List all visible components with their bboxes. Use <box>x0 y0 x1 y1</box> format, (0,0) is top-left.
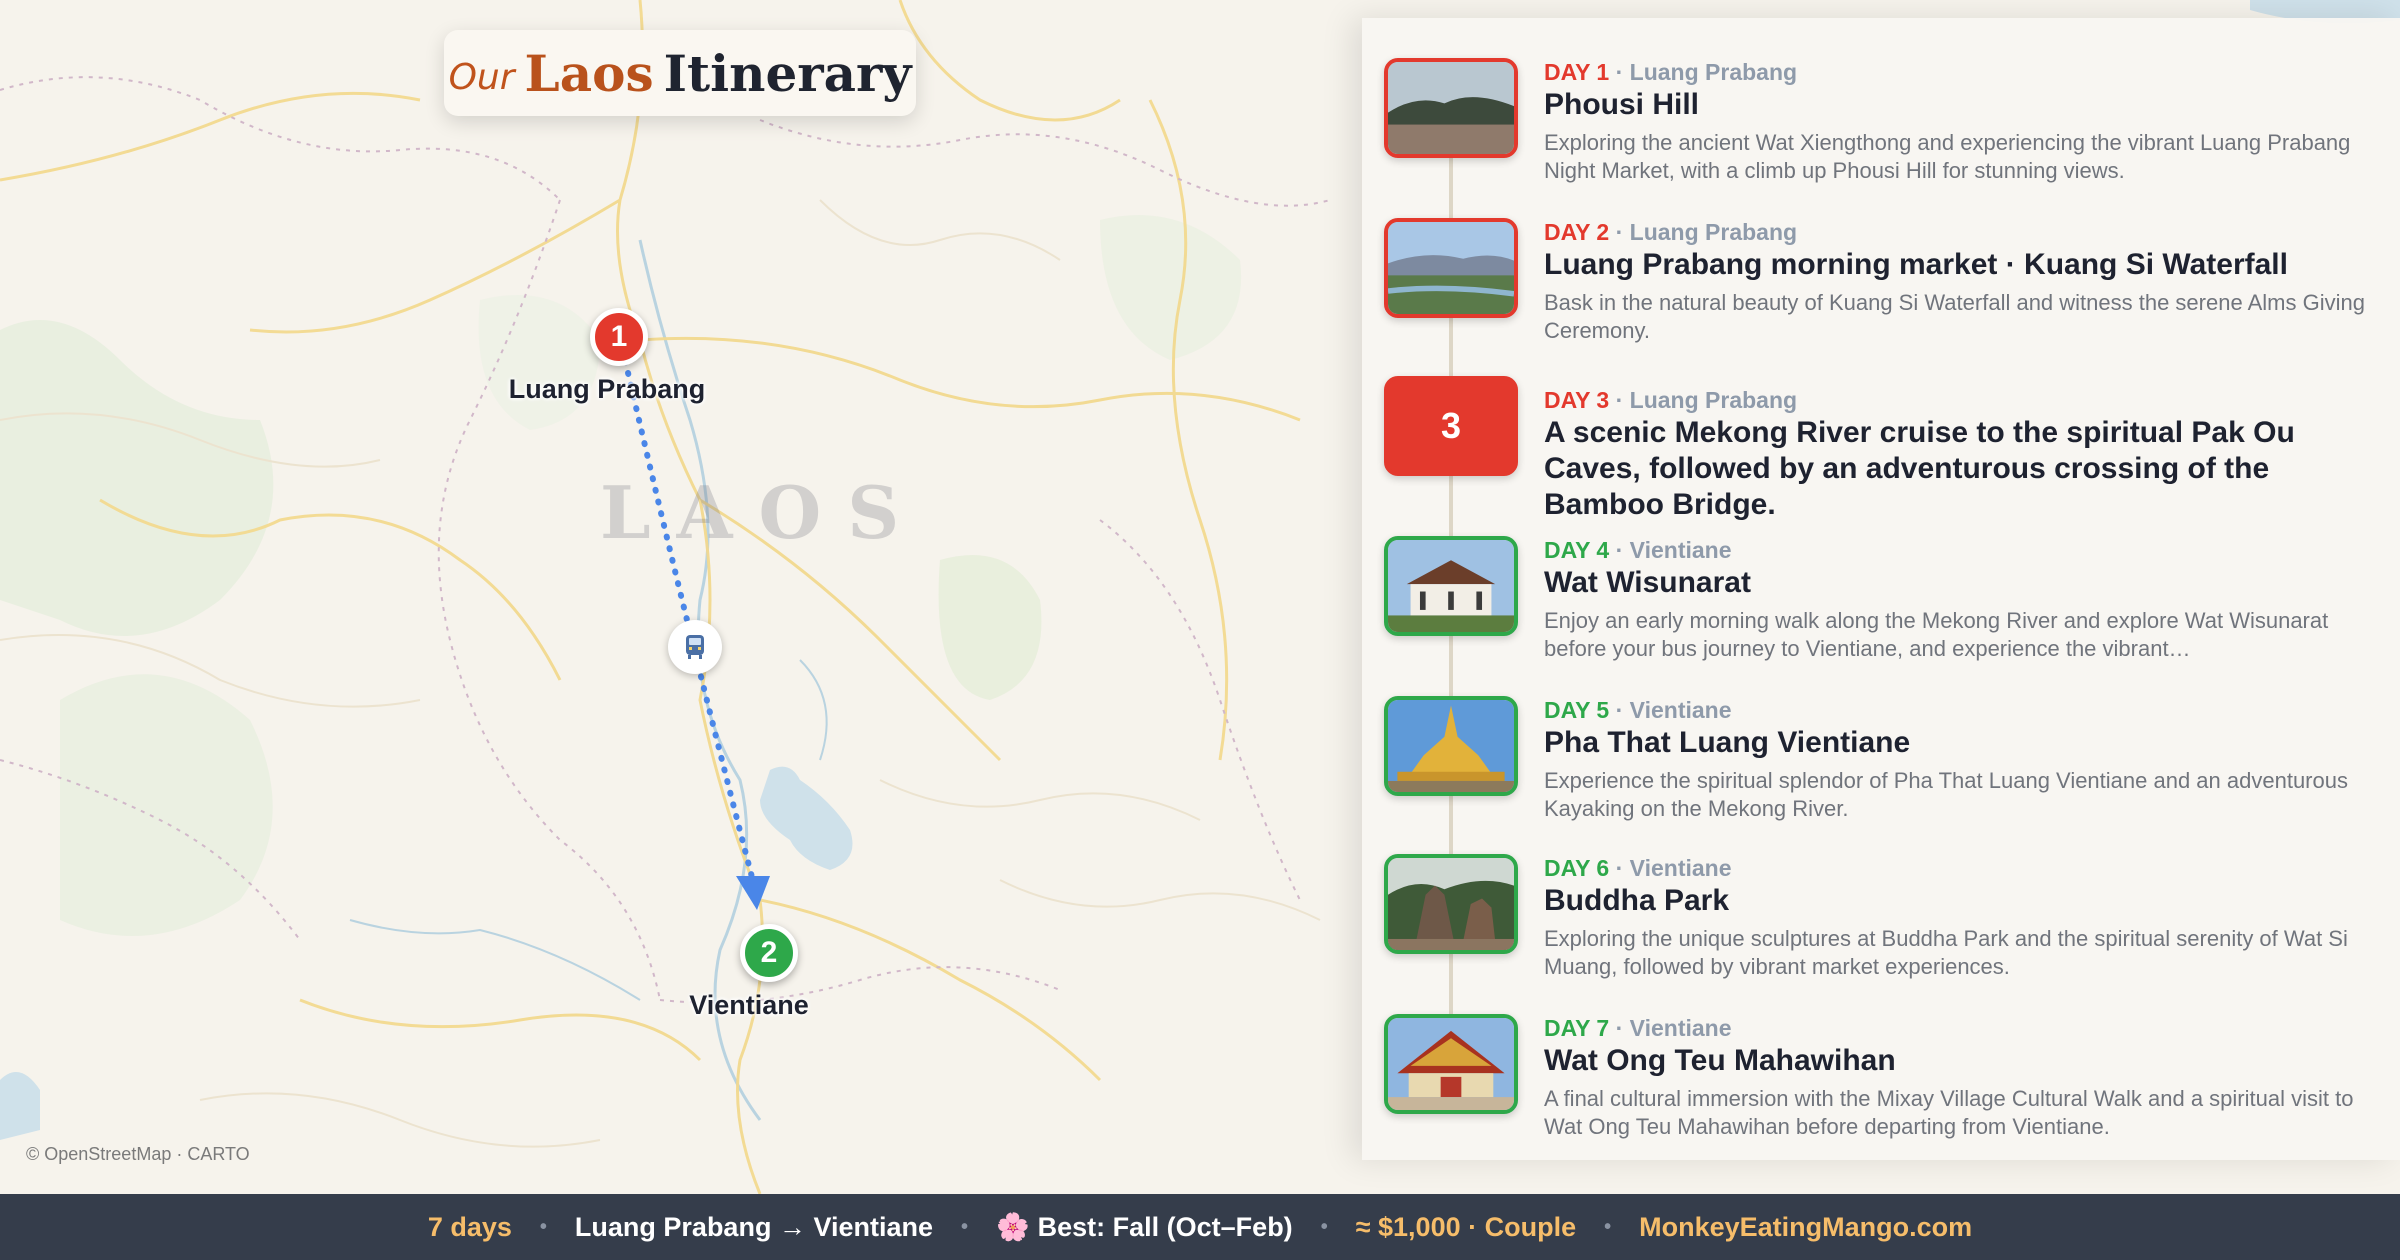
flower-icon: 🌸 <box>996 1212 1030 1242</box>
bus-icon[interactable] <box>668 620 722 674</box>
day-6-photo[interactable] <box>1384 854 1518 954</box>
footer-site-link[interactable]: MonkeyEatingMango.com <box>1639 1212 1972 1243</box>
day-2-title: Luang Prabang morning market · Kuang Si … <box>1544 248 2288 281</box>
day-7-title: Wat Ong Teu Mahawihan <box>1544 1044 1896 1077</box>
day-4-label: DAY 4 <box>1544 537 1610 563</box>
day-1-location: Luang Prabang <box>1629 59 1798 85</box>
footer-separator: • <box>539 1215 547 1238</box>
day-6-title: Buddha Park <box>1544 884 1730 917</box>
day-1-desc: Exploring the ancient Wat Xiengthong and… <box>1544 130 2351 183</box>
footer-budget: ≈ $1,000 · Couple <box>1355 1211 1577 1242</box>
day-6-desc: Exploring the unique sculptures at Buddh… <box>1544 926 2348 979</box>
title-our: Our <box>448 56 515 98</box>
day-1-title: Phousi Hill <box>1544 88 1700 121</box>
footer-route: Luang Prabang → Vientiane <box>574 1211 933 1242</box>
day-4-desc: Enjoy an early morning walk along the Me… <box>1544 608 2329 661</box>
day-1-photo[interactable] <box>1384 58 1518 158</box>
day-7-sep: · <box>1609 1015 1630 1041</box>
day-5-photo[interactable] <box>1384 696 1518 796</box>
footer-season: Best: Fall (Oct–Feb) <box>1037 1211 1293 1242</box>
footer-separator: • <box>1604 1215 1612 1238</box>
footer-separator: • <box>1320 1215 1328 1238</box>
day-6-location: Vientiane <box>1629 855 1732 881</box>
day-2-photo[interactable] <box>1384 218 1518 318</box>
day-6-sep: · <box>1609 855 1630 881</box>
day-5-location: Vientiane <box>1629 697 1732 723</box>
day-2-sep: · <box>1609 219 1630 245</box>
day-2-location: Luang Prabang <box>1629 219 1798 245</box>
footer-separator: • <box>961 1215 969 1238</box>
day-4-title: Wat Wisunarat <box>1544 566 1751 599</box>
title-itinerary: Itinerary <box>663 43 912 103</box>
map-attribution: © OpenStreetMap · CARTO <box>26 1144 250 1164</box>
day-3-number-badge[interactable]: 3 <box>1384 376 1518 476</box>
day-1-sep: · <box>1609 59 1630 85</box>
day-5-desc: Experience the spiritual splendor of Pha… <box>1544 768 2348 821</box>
map-title-card: Our Laos Itinerary <box>444 30 916 116</box>
day-3-sep: · <box>1609 387 1630 413</box>
map-pin-stop-1[interactable]: 1 <box>590 308 648 366</box>
day-2-label: DAY 2 <box>1544 219 1610 245</box>
country-label: LAOS <box>600 470 926 555</box>
map-pin-stop-2[interactable]: 2 <box>740 924 798 982</box>
day-4-photo[interactable] <box>1384 536 1518 636</box>
day-3-label: DAY 3 <box>1544 387 1610 413</box>
day-7-label: DAY 7 <box>1544 1015 1610 1041</box>
day-2-desc: Bask in the natural beauty of Kuang Si W… <box>1544 290 2365 343</box>
day-5-sep: · <box>1609 697 1630 723</box>
day-1-label: DAY 1 <box>1544 59 1610 85</box>
day-4-location: Vientiane <box>1629 537 1732 563</box>
day-7-desc: A final cultural immersion with the Mixa… <box>1544 1086 2354 1139</box>
city-label-vientiane: Vientiane <box>689 990 809 1020</box>
city-label-luang-prabang: Luang Prabang <box>508 374 706 404</box>
title-country: Laos <box>524 43 654 103</box>
day-6-label: DAY 6 <box>1544 855 1610 881</box>
day-7-location: Vientiane <box>1629 1015 1732 1041</box>
day-4-sep: · <box>1609 537 1630 563</box>
footer-bar: 7 days • Luang Prabang → Vientiane • 🌸 B… <box>0 1194 2400 1260</box>
day-3-title: A scenic Mekong River cruise to the spir… <box>1544 416 2295 521</box>
footer-duration: 7 days <box>427 1211 512 1242</box>
day-3-location: Luang Prabang <box>1629 387 1798 413</box>
itinerary-panel: DAY 1 · Luang Prabang Phousi Hill Explor… <box>1362 18 2400 1160</box>
day-5-title: Pha That Luang Vientiane <box>1544 726 1911 759</box>
day-5-label: DAY 5 <box>1544 697 1610 723</box>
day-7-photo[interactable] <box>1384 1014 1518 1114</box>
